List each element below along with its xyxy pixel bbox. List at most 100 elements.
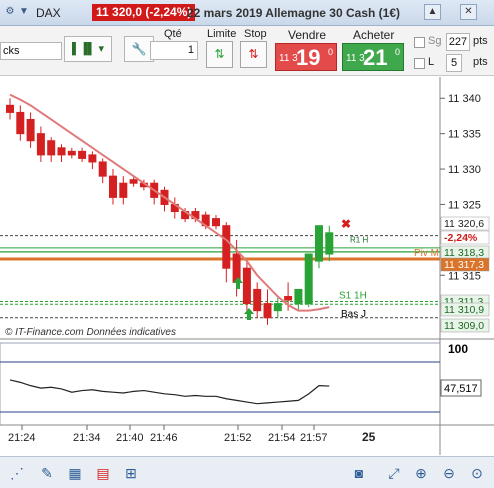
day-low-label: Bas J [341,309,366,320]
time-tick-label: 21:24 [8,432,36,444]
oscillator-panel [0,342,441,426]
chart-type-button[interactable]: ▌▐▌ ▾ [64,36,112,62]
candle-body [304,253,313,305]
tag-icon[interactable]: ⊞ [122,464,140,482]
price-change-badge: 11 320,0 (-2,24%) [92,4,196,21]
l-points-input[interactable]: 5 [446,54,462,72]
day-label: 25 [362,430,376,444]
candle-body [212,218,220,227]
buy-price-sup: 0 [395,47,401,57]
buy-label: Acheter [353,28,395,42]
layers-icon[interactable]: ▤ [94,464,112,482]
qty-label: Qté [164,28,182,40]
candle-body [26,118,35,142]
oscillator-last-value: 47,517 [444,383,478,395]
r1-label: R1 H [350,236,368,245]
price-tick-label: 11 315 [448,270,481,282]
sell-signal-cross: ✖ [341,217,351,231]
timeframe-select[interactable]: cks [0,42,62,60]
expand-icon[interactable]: ⤢ [385,464,403,482]
price-chart[interactable]: 11 340 11 335 11 330 11 325 11 315 11 320,6 -… [0,77,494,455]
price-tick-label: 11 340 [448,93,481,105]
sg-checkbox[interactable] [414,37,425,48]
price-tag-label: 11 318,3 [444,247,484,259]
time-tick-label: 21:34 [73,432,101,444]
limit-order-button[interactable]: ⇅ [206,41,233,68]
chart-area[interactable]: 11 340 11 335 11 330 11 325 11 315 11 320,6 -… [0,77,494,455]
camera-icon[interactable]: ◙ [350,464,368,482]
candle-body [242,267,251,305]
candle-body [36,133,45,156]
up-icon[interactable]: ▲ [424,4,441,20]
instrument-name: DAX [36,6,61,20]
candle-body [78,150,87,159]
candle-body [222,225,231,269]
order-toolbar: cks ▌▐▌ ▾ 🔧 Qté 1 Limite ⇅ Stop ⇅ Vendre… [0,26,494,76]
zoom-out-icon[interactable]: ⊖ [440,464,458,482]
price-tag-label: 11 317,3 [444,259,484,271]
bottom-toolbar: ⋰ ✎ ▦ ▤ ⊞ ◙ ⤢ ⊕ ⊖ ⊙ [0,456,494,488]
candle-body [119,182,128,198]
candle-body [109,175,117,198]
price-tick-label: 11 325 [448,199,481,211]
title-bar: ⚙ ▼ DAX 11 320,0 (-2,24%) 22 mars 2019 A… [0,0,494,26]
buy-price-big: 21 [363,45,388,70]
pencil-icon[interactable]: ✎ [38,464,56,482]
stop-order-icon: ⇅ [248,47,259,61]
candle-body [88,154,97,163]
time-tick-label: 21:40 [116,432,144,444]
grid-icon[interactable]: ▦ [66,464,84,482]
instrument-description: 22 mars 2019 Allemagne 30 Cash (1€) [187,6,401,20]
time-tick-label: 21:46 [150,432,178,444]
candle-body [16,111,25,135]
sg-label: Sg [428,35,442,47]
candle-body [294,288,303,305]
arrow-down-icon[interactable]: ▼ [18,6,30,18]
candle-body [284,296,293,301]
candle-body [57,147,66,156]
price-panel [0,77,440,339]
sg-points-input[interactable]: 227 [446,33,470,51]
quantity-input[interactable]: 1 [150,41,198,60]
l-label: L [428,56,435,68]
candle-body [325,232,334,255]
candle-body [315,225,323,262]
sell-price-sup: 0 [328,47,334,57]
share-icon[interactable]: ⋰ [8,464,26,482]
limit-label: Limite [207,28,237,40]
time-tick-label: 21:52 [224,432,252,444]
price-tag-label: 11 309,0 [444,320,484,332]
candle-body [273,303,282,312]
support-label: S1 1H [339,290,367,301]
candles-icon: ▌▐▌ ▾ [72,43,104,55]
candle-body [98,161,107,177]
sg-points-unit: pts [473,35,488,47]
price-tag-label: 11 320,6 [444,218,484,230]
candle-body [263,303,272,319]
time-tick-label: 21:57 [300,432,328,444]
time-tick-label: 21:54 [268,432,296,444]
oscillator-top-tick: 100 [448,342,468,356]
price-tag-label: 11 310,9 [444,304,484,316]
pivot-label: Piv M [414,248,439,259]
fit-icon[interactable]: ⊙ [468,464,486,482]
sell-label: Vendre [288,28,327,42]
l-checkbox[interactable] [414,58,425,69]
l-points-unit: pts [473,56,488,68]
candle-body [129,179,138,184]
credits-text: © IT-Finance.com Données indicatives [5,327,176,338]
stop-label: Stop [244,28,267,40]
settings-icon[interactable]: ⚙ [4,6,16,18]
candle-body [67,150,76,156]
price-tick-label: 11 335 [448,129,481,141]
stop-order-button[interactable]: ⇅ [240,41,267,68]
limit-order-icon: ⇅ [214,47,225,61]
candle-body [47,140,56,156]
sell-button[interactable]: 11 3 19 0 [275,43,337,71]
sell-price-big: 19 [296,45,321,70]
price-tick-label: 11 330 [448,164,481,176]
buy-button[interactable]: 11 3 21 0 [342,43,404,71]
zoom-in-icon[interactable]: ⊕ [412,464,430,482]
close-icon[interactable]: ✕ [460,4,477,20]
candle-body [253,288,262,312]
